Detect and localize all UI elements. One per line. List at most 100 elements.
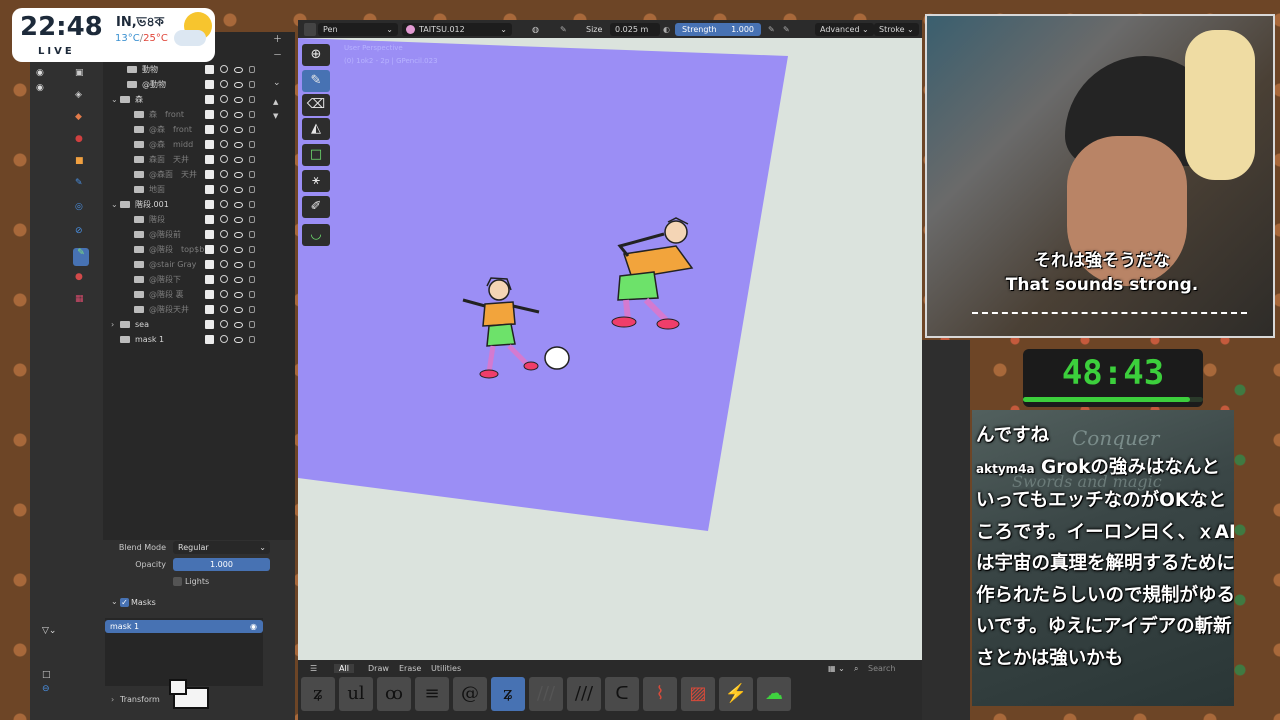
eye-icon[interactable] <box>234 277 243 283</box>
eye-icon[interactable]: ◉ <box>36 68 44 78</box>
brush-thumbnail[interactable]: ꝏ <box>377 677 411 711</box>
brush-thumbnail[interactable]: ▨ <box>681 677 715 711</box>
transform-chevron-icon[interactable]: › <box>111 695 114 704</box>
outliner-row[interactable]: @階段天井 <box>103 302 295 317</box>
opacity-slider[interactable]: 1.000 <box>173 558 270 571</box>
globe-icon[interactable]: ◍ <box>532 23 539 36</box>
move-up-button[interactable]: ▲ <box>273 98 278 106</box>
stroke-dropdown[interactable]: Stroke ⌄ <box>874 23 919 36</box>
outliner-row[interactable]: @stair Gray <box>103 257 295 272</box>
lock-icon[interactable] <box>249 216 255 223</box>
outliner-row[interactable]: @階段 top$b <box>103 242 295 257</box>
link-icon[interactable] <box>220 80 228 88</box>
scene-tab-icon[interactable]: ◆ <box>75 112 82 122</box>
include-checkbox-icon[interactable] <box>205 215 214 224</box>
pin-icon[interactable]: ✎ <box>560 23 567 36</box>
eye-icon[interactable] <box>234 187 243 193</box>
eye-icon[interactable] <box>234 127 243 133</box>
brush-dropdown[interactable]: Pen ⌄ <box>318 23 398 36</box>
brush-thumbnail[interactable]: ʑ <box>301 677 335 711</box>
include-checkbox-icon[interactable] <box>205 230 214 239</box>
link-icon[interactable] <box>220 260 228 268</box>
layer-mode-icon[interactable]: □ <box>42 670 51 680</box>
blend-mode-dropdown[interactable]: Regular ⌄ <box>173 541 270 554</box>
lights-checkbox[interactable] <box>173 577 182 586</box>
lock-icon[interactable] <box>249 276 255 283</box>
box-tool-icon[interactable]: □ <box>302 144 330 166</box>
shelf-menu-icon[interactable]: ☰ <box>310 664 317 673</box>
lock-icon[interactable] <box>249 171 255 178</box>
lock-icon[interactable] <box>249 141 255 148</box>
masks-checkbox[interactable]: ✓ <box>120 598 129 607</box>
link-icon[interactable] <box>220 125 228 133</box>
link-icon[interactable] <box>220 320 228 328</box>
filter-icon[interactable]: ▽⌄ <box>42 626 56 636</box>
chevron-down-icon[interactable]: ⌄ <box>111 197 118 212</box>
outliner-row[interactable]: ⌄ 森 <box>103 92 295 107</box>
eye-icon[interactable] <box>234 157 243 163</box>
eye-icon[interactable] <box>234 337 243 343</box>
brush-thumbnail[interactable]: ʑ <box>491 677 525 711</box>
include-checkbox-icon[interactable] <box>205 290 214 299</box>
strength-pin-icon[interactable]: ✎ <box>783 23 790 36</box>
pressure-icon[interactable]: ◐ <box>663 23 670 36</box>
3d-viewport[interactable]: User Perspective (0) 1ok2 - 2p | GPencil… <box>298 38 922 660</box>
eye-icon[interactable] <box>234 67 243 73</box>
brush-thumbnail[interactable]: /// <box>567 677 601 711</box>
data-tab-icon[interactable]: ⊘ <box>75 226 83 236</box>
mask-eye-icon[interactable]: ◉ <box>250 620 257 633</box>
link-icon[interactable] <box>220 200 228 208</box>
lock-icon[interactable] <box>249 261 255 268</box>
outliner-row[interactable]: mask 1 <box>103 332 295 347</box>
lock-icon[interactable] <box>249 81 255 88</box>
texture-tab-icon[interactable]: ▦ <box>75 294 84 304</box>
lock-icon[interactable] <box>249 246 255 253</box>
draw-tool-icon[interactable]: ✎ <box>302 70 330 92</box>
strength-slider[interactable]: Strength 1.000 <box>675 23 761 36</box>
include-checkbox-icon[interactable] <box>205 245 214 254</box>
transform-label[interactable]: Transform <box>120 695 160 704</box>
brush-thumbnail[interactable]: ☁ <box>757 677 791 711</box>
link-icon[interactable] <box>220 245 228 253</box>
shelf-search-input[interactable]: Search <box>868 664 895 673</box>
outliner-row[interactable]: @森 midd <box>103 137 295 152</box>
material-tab-icon[interactable]: ● <box>75 272 83 282</box>
lock-icon[interactable] <box>249 336 255 343</box>
outliner-row[interactable]: 動物 <box>103 62 295 77</box>
include-checkbox-icon[interactable] <box>205 200 214 209</box>
lock-icon[interactable] <box>249 321 255 328</box>
include-checkbox-icon[interactable] <box>205 95 214 104</box>
include-checkbox-icon[interactable] <box>205 275 214 284</box>
cursor-tool-icon[interactable]: ⊕ <box>302 44 330 66</box>
include-checkbox-icon[interactable] <box>205 110 214 119</box>
outliner-row[interactable]: @動物 <box>103 77 295 92</box>
tab-utilities[interactable]: Utilities <box>431 664 461 673</box>
move-down-button[interactable]: ▼ <box>273 112 278 120</box>
brush-thumbnail[interactable]: ul <box>339 677 373 711</box>
eye-icon[interactable] <box>234 232 243 238</box>
include-checkbox-icon[interactable] <box>205 260 214 269</box>
link-icon[interactable] <box>220 65 228 73</box>
eye-icon[interactable] <box>234 247 243 253</box>
lock-icon[interactable] <box>249 306 255 313</box>
outliner-row[interactable]: @階段 裏 <box>103 287 295 302</box>
masks-chevron-icon[interactable]: ⌄ <box>111 597 118 606</box>
lock-icon[interactable] <box>249 291 255 298</box>
eye-icon[interactable] <box>234 292 243 298</box>
lock-icon[interactable] <box>249 186 255 193</box>
link-icon[interactable] <box>220 215 228 223</box>
outliner-row[interactable]: @森 front <box>103 122 295 137</box>
include-checkbox-icon[interactable] <box>205 170 214 179</box>
include-checkbox-icon[interactable] <box>205 185 214 194</box>
strength-pressure-icon[interactable]: ✎ <box>768 23 775 36</box>
include-checkbox-icon[interactable] <box>205 155 214 164</box>
outliner-row[interactable]: 階段 <box>103 212 295 227</box>
object-tab-icon[interactable]: ■ <box>75 156 84 166</box>
lock-icon[interactable] <box>249 201 255 208</box>
eye-icon[interactable] <box>234 112 243 118</box>
eye-icon[interactable] <box>234 97 243 103</box>
material-dropdown[interactable]: TAITSU.012 ⌄ <box>402 23 512 36</box>
lock-icon[interactable] <box>249 231 255 238</box>
link-icon[interactable] <box>220 110 228 118</box>
link-icon[interactable] <box>220 335 228 343</box>
